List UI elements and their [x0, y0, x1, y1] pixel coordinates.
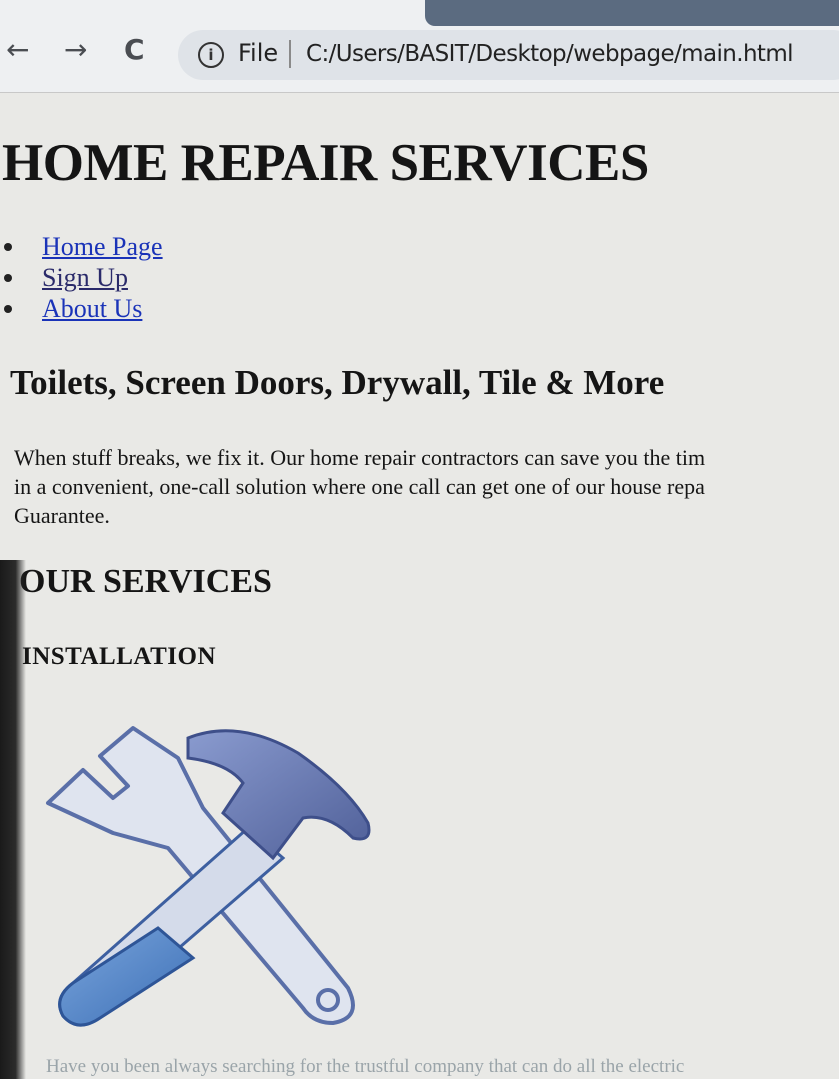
- sign-up-link[interactable]: Sign Up: [42, 262, 128, 293]
- intro-line: When stuff breaks, we fix it. Our home r…: [14, 445, 706, 470]
- about-us-link[interactable]: About Us: [42, 293, 142, 324]
- intro-paragraph: When stuff breaks, we fix it. Our home r…: [14, 443, 839, 530]
- services-headline: Toilets, Screen Doors, Drywall, Tile & M…: [10, 363, 665, 402]
- forward-arrow-icon: →: [64, 33, 88, 66]
- home-page-link[interactable]: Home Page: [42, 231, 163, 262]
- monitor-bezel-edge: [0, 560, 26, 1079]
- installation-description: Have you been always searching for the t…: [46, 1056, 685, 1077]
- forward-button[interactable]: →: [64, 30, 87, 70]
- reload-button[interactable]: C: [124, 30, 145, 70]
- wrench-hammer-icon: [46, 726, 371, 1027]
- intro-line: Guarantee.: [14, 503, 110, 528]
- installation-heading: INSTALLATION: [22, 643, 217, 670]
- our-services-heading: OUR SERVICES: [19, 563, 272, 600]
- file-scheme-label: File: [238, 39, 279, 67]
- browser-toolbar: ← → C i File C:/Users/BASIT/Desktop/webp…: [0, 0, 839, 93]
- bullet-icon: [4, 305, 12, 313]
- back-button[interactable]: ←: [6, 30, 29, 70]
- url-text[interactable]: C:/Users/BASIT/Desktop/webpage/main.html: [306, 41, 794, 67]
- info-icon[interactable]: i: [198, 42, 224, 68]
- intro-line: in a convenient, one-call solution where…: [14, 474, 705, 499]
- address-separator: [289, 40, 291, 68]
- address-bar[interactable]: i File C:/Users/BASIT/Desktop/webpage/ma…: [178, 30, 839, 80]
- bullet-icon: [4, 274, 12, 282]
- browser-tab-strip[interactable]: [425, 0, 839, 26]
- page-title: HOME REPAIR SERVICES: [2, 134, 649, 192]
- page-content: HOME REPAIR SERVICES Home Page Sign Up A…: [0, 93, 839, 1079]
- back-arrow-icon: ←: [6, 33, 30, 66]
- reload-icon: C: [124, 33, 145, 66]
- bullet-icon: [4, 243, 12, 251]
